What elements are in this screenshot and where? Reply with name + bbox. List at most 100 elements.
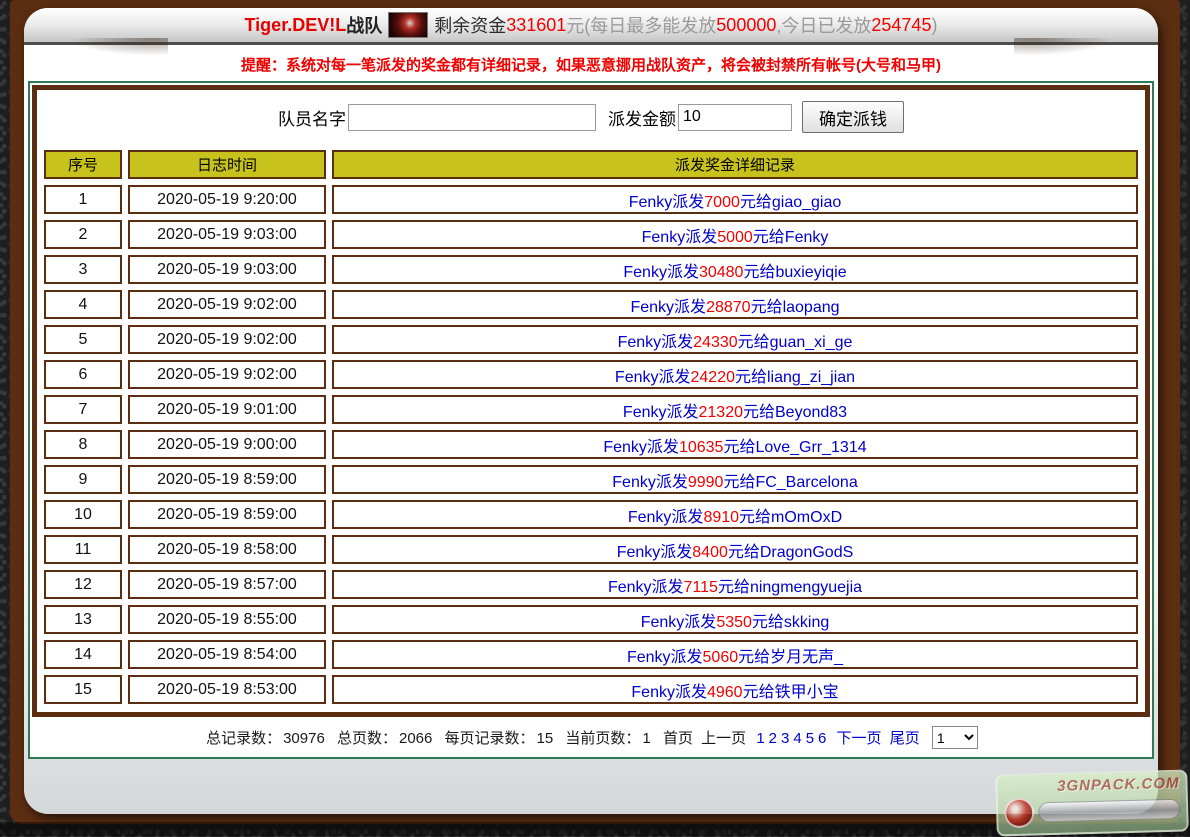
table-header-row: 序号 日志时间 派发奖金详细记录 [44, 150, 1138, 179]
row-detail: Fenky派发24220元给liang_zi_jian [332, 360, 1138, 389]
row-time: 2020-05-19 8:55:00 [128, 605, 326, 634]
row-index: 14 [44, 640, 122, 669]
col-header-index: 序号 [44, 150, 122, 179]
per-page-value: 15 [537, 730, 554, 747]
row-time: 2020-05-19 9:02:00 [128, 290, 326, 319]
row-time: 2020-05-19 8:59:00 [128, 465, 326, 494]
first-page-link[interactable]: 首页 [663, 730, 693, 747]
watermark-logo-icon [1004, 798, 1035, 829]
prev-page-link[interactable]: 上一页 [701, 730, 746, 747]
row-detail: Fenky派发5350元给skking [332, 605, 1138, 634]
row-time: 2020-05-19 9:03:00 [128, 255, 326, 284]
table-row: 15 2020-05-19 8:53:00 Fenky派发4960元给铁甲小宝 [44, 675, 1138, 704]
row-detail: Fenky派发9990元给FC_Barcelona [332, 465, 1138, 494]
row-index: 9 [44, 465, 122, 494]
row-index: 5 [44, 325, 122, 354]
total-pages-value: 2066 [399, 730, 432, 747]
row-detail: Fenky派发10635元给Love_Grr_1314 [332, 430, 1138, 459]
payout-form: 队员名字 派发金额 确定派钱 [37, 90, 1145, 144]
row-detail: Fenky派发4960元给铁甲小宝 [332, 675, 1138, 704]
row-time: 2020-05-19 8:59:00 [128, 500, 326, 529]
row-detail: Fenky派发5060元给岁月无声_ [332, 640, 1138, 669]
row-time: 2020-05-19 9:00:00 [128, 430, 326, 459]
table-row: 6 2020-05-19 9:02:00 Fenky派发24220元给liang… [44, 360, 1138, 389]
row-time: 2020-05-19 8:54:00 [128, 640, 326, 669]
log-table-body: 1 2020-05-19 9:20:00 Fenky派发7000元给giao_g… [44, 185, 1138, 704]
row-time: 2020-05-19 8:57:00 [128, 570, 326, 599]
content-card: Tiger.DEV!L 战队 剩余资金 331601 元 (每日最多能发放 50… [24, 8, 1158, 814]
page-number-link[interactable]: 4 [793, 730, 801, 747]
total-records-label: 总记录数： [206, 730, 281, 747]
today-issued-value: 254745 [871, 15, 931, 36]
row-detail: Fenky派发28870元给laopang [332, 290, 1138, 319]
paren-close: ) [931, 15, 937, 36]
row-index: 1 [44, 185, 122, 214]
row-detail: Fenky派发5000元给Fenky [332, 220, 1138, 249]
row-time: 2020-05-19 9:20:00 [128, 185, 326, 214]
row-detail: Fenky派发7000元给giao_giao [332, 185, 1138, 214]
page-number-link[interactable]: 5 [806, 730, 814, 747]
table-row: 1 2020-05-19 9:20:00 Fenky派发7000元给giao_g… [44, 185, 1138, 214]
per-page-label: 每页记录数： [445, 730, 535, 747]
daily-max-label: (每日最多能发放 [584, 12, 716, 38]
table-row: 8 2020-05-19 9:00:00 Fenky派发10635元给Love_… [44, 430, 1138, 459]
row-time: 2020-05-19 9:02:00 [128, 325, 326, 354]
team-name: Tiger.DEV!L [245, 15, 347, 36]
row-detail: Fenky派发8400元给DragonGodS [332, 535, 1138, 564]
row-index: 6 [44, 360, 122, 389]
row-index: 7 [44, 395, 122, 424]
row-index: 12 [44, 570, 122, 599]
row-index: 3 [44, 255, 122, 284]
row-detail: Fenky派发7115元给ningmengyuejia [332, 570, 1138, 599]
last-page-link[interactable]: 尾页 [890, 730, 920, 747]
total-records-value: 30976 [283, 730, 325, 747]
table-row: 11 2020-05-19 8:58:00 Fenky派发8400元给Drago… [44, 535, 1138, 564]
page-number-link[interactable]: 2 [769, 730, 777, 747]
next-page-link[interactable]: 下一页 [837, 730, 882, 747]
row-time: 2020-05-19 8:58:00 [128, 535, 326, 564]
pagination-bar: 总记录数：30976 总页数：2066 每页记录数：15 当前页数：1 首页 上… [32, 717, 1150, 757]
page-number-link[interactable]: 6 [818, 730, 826, 747]
watermark-badge: 3GNPACK.COM [995, 769, 1189, 836]
current-page-value: 1 [642, 730, 650, 747]
row-index: 10 [44, 500, 122, 529]
page-number-link[interactable]: 3 [781, 730, 789, 747]
watermark-logo-bar [1038, 799, 1180, 823]
table-row: 14 2020-05-19 8:54:00 Fenky派发5060元给岁月无声_ [44, 640, 1138, 669]
table-row: 7 2020-05-19 9:01:00 Fenky派发21320元给Beyon… [44, 395, 1138, 424]
funds-unit: 元 [566, 12, 584, 38]
table-row: 13 2020-05-19 8:55:00 Fenky派发5350元给skkin… [44, 605, 1138, 634]
team-suffix: 战队 [346, 12, 382, 38]
funds-value: 331601 [506, 15, 566, 36]
row-index: 11 [44, 535, 122, 564]
table-row: 12 2020-05-19 8:57:00 Fenky派发7115元给ningm… [44, 570, 1138, 599]
table-row: 2 2020-05-19 9:03:00 Fenky派发5000元给Fenky [44, 220, 1138, 249]
amount-input[interactable] [678, 104, 792, 131]
col-header-detail: 派发奖金详细记录 [332, 150, 1138, 179]
page-links: 123456 [754, 730, 828, 747]
row-index: 2 [44, 220, 122, 249]
today-issued-label: ,今日已发放 [776, 12, 871, 38]
row-time: 2020-05-19 9:03:00 [128, 220, 326, 249]
table-row: 10 2020-05-19 8:59:00 Fenky派发8910元给mOmOx… [44, 500, 1138, 529]
table-row: 4 2020-05-19 9:02:00 Fenky派发28870元给laopa… [44, 290, 1138, 319]
table-row: 5 2020-05-19 9:02:00 Fenky派发24330元给guan_… [44, 325, 1138, 354]
row-index: 15 [44, 675, 122, 704]
row-time: 2020-05-19 9:02:00 [128, 360, 326, 389]
member-name-input[interactable] [348, 104, 596, 131]
watermark-logo [1004, 794, 1181, 829]
current-page-label: 当前页数： [565, 730, 640, 747]
row-detail: Fenky派发21320元给Beyond83 [332, 395, 1138, 424]
funds-label: 剩余资金 [434, 12, 506, 38]
page-select[interactable]: 1 [932, 726, 978, 749]
row-index: 13 [44, 605, 122, 634]
page-number-link[interactable]: 1 [756, 730, 764, 747]
row-index: 4 [44, 290, 122, 319]
log-panel: 队员名字 派发金额 确定派钱 序号 日志时间 派发奖金详细记录 1 2020-0… [32, 85, 1150, 717]
watermark-text: 3GNPACK.COM [1003, 775, 1179, 797]
amount-label: 派发金额 [608, 105, 676, 130]
row-time: 2020-05-19 9:01:00 [128, 395, 326, 424]
confirm-payout-button[interactable]: 确定派钱 [802, 101, 904, 133]
row-detail: Fenky派发30480元给buxieyiqie [332, 255, 1138, 284]
daily-max-value: 500000 [716, 15, 776, 36]
